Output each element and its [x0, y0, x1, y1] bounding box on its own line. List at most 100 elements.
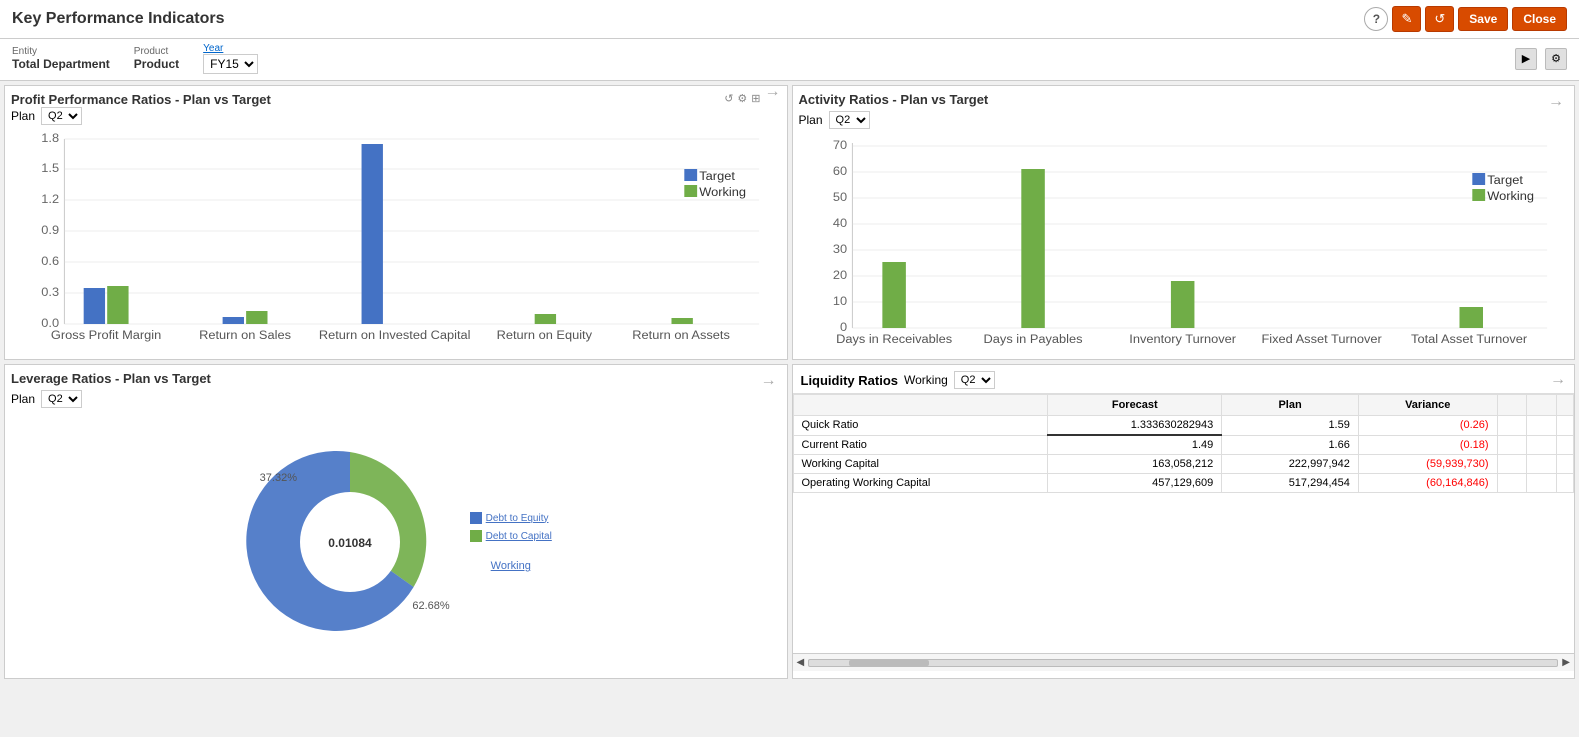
- bar-roic-target: [362, 144, 383, 324]
- donut-legend-capital: Debt to Capital: [470, 530, 552, 542]
- main-content: Profit Performance Ratios - Plan vs Targ…: [0, 81, 1579, 683]
- scroll-thumb: [849, 660, 929, 666]
- row-label-3: Operating Working Capital: [793, 474, 1048, 493]
- product-value: Product: [134, 57, 179, 71]
- activity-nav-arrow[interactable]: →: [1548, 93, 1564, 111]
- year-filter[interactable]: Year FY15 FY14 FY16: [203, 43, 258, 74]
- donut-legend: Debt to Equity Debt to Capital Working: [470, 512, 552, 572]
- settings-icon[interactable]: ⚙: [1545, 48, 1567, 70]
- bar-roa-working: [671, 318, 692, 324]
- leverage-panel: Leverage Ratios - Plan vs Target → Plan …: [4, 364, 788, 679]
- table-row: Working Capital 163,058,212 222,997,942 …: [793, 455, 1574, 474]
- col-plan: Plan: [1222, 395, 1359, 416]
- donut-label-blue: 62.68%: [412, 600, 449, 612]
- page-title: Key Performance Indicators: [12, 10, 225, 28]
- svg-text:Return on Equity: Return on Equity: [497, 328, 593, 342]
- scroll-right-arrow[interactable]: ▶: [1562, 657, 1570, 668]
- header-buttons: ? ✎ ↺ Save Close: [1364, 6, 1567, 32]
- year-select[interactable]: FY15 FY14 FY16: [203, 54, 258, 74]
- svg-text:50: 50: [832, 190, 846, 204]
- svg-text:Return on Invested Capital: Return on Invested Capital: [319, 328, 471, 342]
- liquidity-title: Liquidity Ratios: [801, 373, 899, 388]
- svg-text:Days in Payables: Days in Payables: [983, 332, 1082, 346]
- table-row: Operating Working Capital 457,129,609 51…: [793, 474, 1574, 493]
- scroll-left-arrow[interactable]: ◀: [797, 657, 805, 668]
- svg-text:Target: Target: [699, 169, 735, 183]
- bottom-scrollbar: ◀ ▶: [793, 653, 1575, 671]
- row-scroll-2: [1557, 455, 1574, 474]
- col-extra3: [1557, 395, 1574, 416]
- row-extra1-3: [1497, 474, 1527, 493]
- working-link[interactable]: Working: [491, 560, 531, 572]
- profit-plan-label: Plan: [11, 109, 35, 123]
- bar-ros-target: [223, 317, 244, 324]
- row-forecast-3: 457,129,609: [1048, 474, 1222, 493]
- bar-it-working: [1170, 281, 1194, 328]
- leverage-panel-title: Leverage Ratios - Plan vs Target: [11, 371, 211, 386]
- profit-nav-arrow[interactable]: →: [765, 83, 781, 101]
- forward-nav-icon[interactable]: ▶: [1515, 48, 1537, 70]
- bar-tat-working: [1459, 307, 1483, 328]
- product-label: Product: [134, 46, 179, 57]
- row-extra1-0: [1497, 416, 1527, 436]
- svg-text:10: 10: [832, 294, 846, 308]
- liquidity-working-label: Working: [904, 373, 948, 387]
- bar-ros-working: [246, 311, 267, 324]
- help-button[interactable]: ?: [1364, 7, 1388, 31]
- liquidity-table-header-row: Forecast Plan Variance: [793, 395, 1574, 416]
- row-variance-2: (59,939,730): [1358, 455, 1497, 474]
- profit-panel-icons: ↺ ⚙ ⊞ →: [724, 92, 780, 110]
- svg-text:0.3: 0.3: [41, 285, 59, 299]
- row-extra1-1: [1497, 435, 1527, 455]
- scroll-track[interactable]: [808, 659, 1558, 667]
- refresh-chart-icon[interactable]: ↺: [724, 92, 733, 110]
- expand-chart-icon[interactable]: ⊞: [751, 92, 760, 110]
- svg-text:Working: Working: [1487, 189, 1534, 203]
- row-forecast-2: 163,058,212: [1048, 455, 1222, 474]
- svg-text:Return on Assets: Return on Assets: [632, 328, 730, 342]
- legend-label-equity: Debt to Equity: [486, 513, 549, 524]
- svg-text:Target: Target: [1487, 173, 1523, 187]
- liquidity-nav-arrow[interactable]: →: [1550, 371, 1566, 389]
- legend-label-capital: Debt to Capital: [486, 531, 552, 542]
- gear-chart-icon[interactable]: ⚙: [737, 92, 747, 110]
- svg-text:Return on Sales: Return on Sales: [199, 328, 291, 342]
- row-extra2-0: [1527, 416, 1557, 436]
- liquidity-empty-rows: [793, 493, 1575, 653]
- donut-svg: 0.01084: [240, 432, 460, 652]
- profit-plan-select[interactable]: Q2Q1Q3Q4: [41, 107, 82, 125]
- refresh-button[interactable]: ↺: [1425, 6, 1454, 32]
- activity-plan-select[interactable]: Q2Q1Q3Q4: [829, 111, 870, 129]
- row-extra1-2: [1497, 455, 1527, 474]
- leverage-nav-arrow[interactable]: →: [761, 372, 777, 390]
- row-forecast-0[interactable]: 1.333630282943: [1048, 416, 1222, 436]
- col-extra1: [1497, 395, 1527, 416]
- svg-text:1.5: 1.5: [41, 161, 59, 175]
- liquidity-table: Forecast Plan Variance Quick Ratio 1.333…: [793, 394, 1575, 493]
- svg-text:Gross Profit Margin: Gross Profit Margin: [51, 328, 161, 342]
- save-button[interactable]: Save: [1458, 7, 1508, 31]
- donut-legend-equity: Debt to Equity: [470, 512, 552, 524]
- nav-icons: ▶ ⚙: [1515, 48, 1567, 70]
- table-row: Current Ratio 1.49 1.66 (0.18): [793, 435, 1574, 455]
- legend-color-equity: [470, 512, 482, 524]
- activity-plan-label: Plan: [799, 113, 823, 127]
- svg-text:Working: Working: [699, 185, 746, 199]
- svg-text:0.6: 0.6: [41, 254, 59, 268]
- activity-panel-title: Activity Ratios - Plan vs Target: [799, 92, 989, 107]
- profit-panel: Profit Performance Ratios - Plan vs Targ…: [4, 85, 788, 360]
- liquidity-table-body: Quick Ratio 1.333630282943 1.59 (0.26) C…: [793, 416, 1574, 493]
- row-variance-0: (0.26): [1358, 416, 1497, 436]
- leverage-plan-label: Plan: [11, 392, 35, 406]
- svg-text:0.9: 0.9: [41, 223, 59, 237]
- liquidity-period-select[interactable]: Q2Q1Q3Q4: [954, 371, 995, 389]
- row-label-2: Working Capital: [793, 455, 1048, 474]
- bar-gpm-working: [107, 286, 128, 324]
- leverage-plan-select[interactable]: Q2Q1Q3Q4: [41, 390, 82, 408]
- svg-text:20: 20: [832, 268, 846, 282]
- row-extra2-3: [1527, 474, 1557, 493]
- close-button[interactable]: Close: [1512, 7, 1567, 31]
- edit-button[interactable]: ✎: [1392, 6, 1421, 32]
- svg-text:Inventory Turnover: Inventory Turnover: [1129, 332, 1236, 346]
- svg-text:60: 60: [832, 164, 846, 178]
